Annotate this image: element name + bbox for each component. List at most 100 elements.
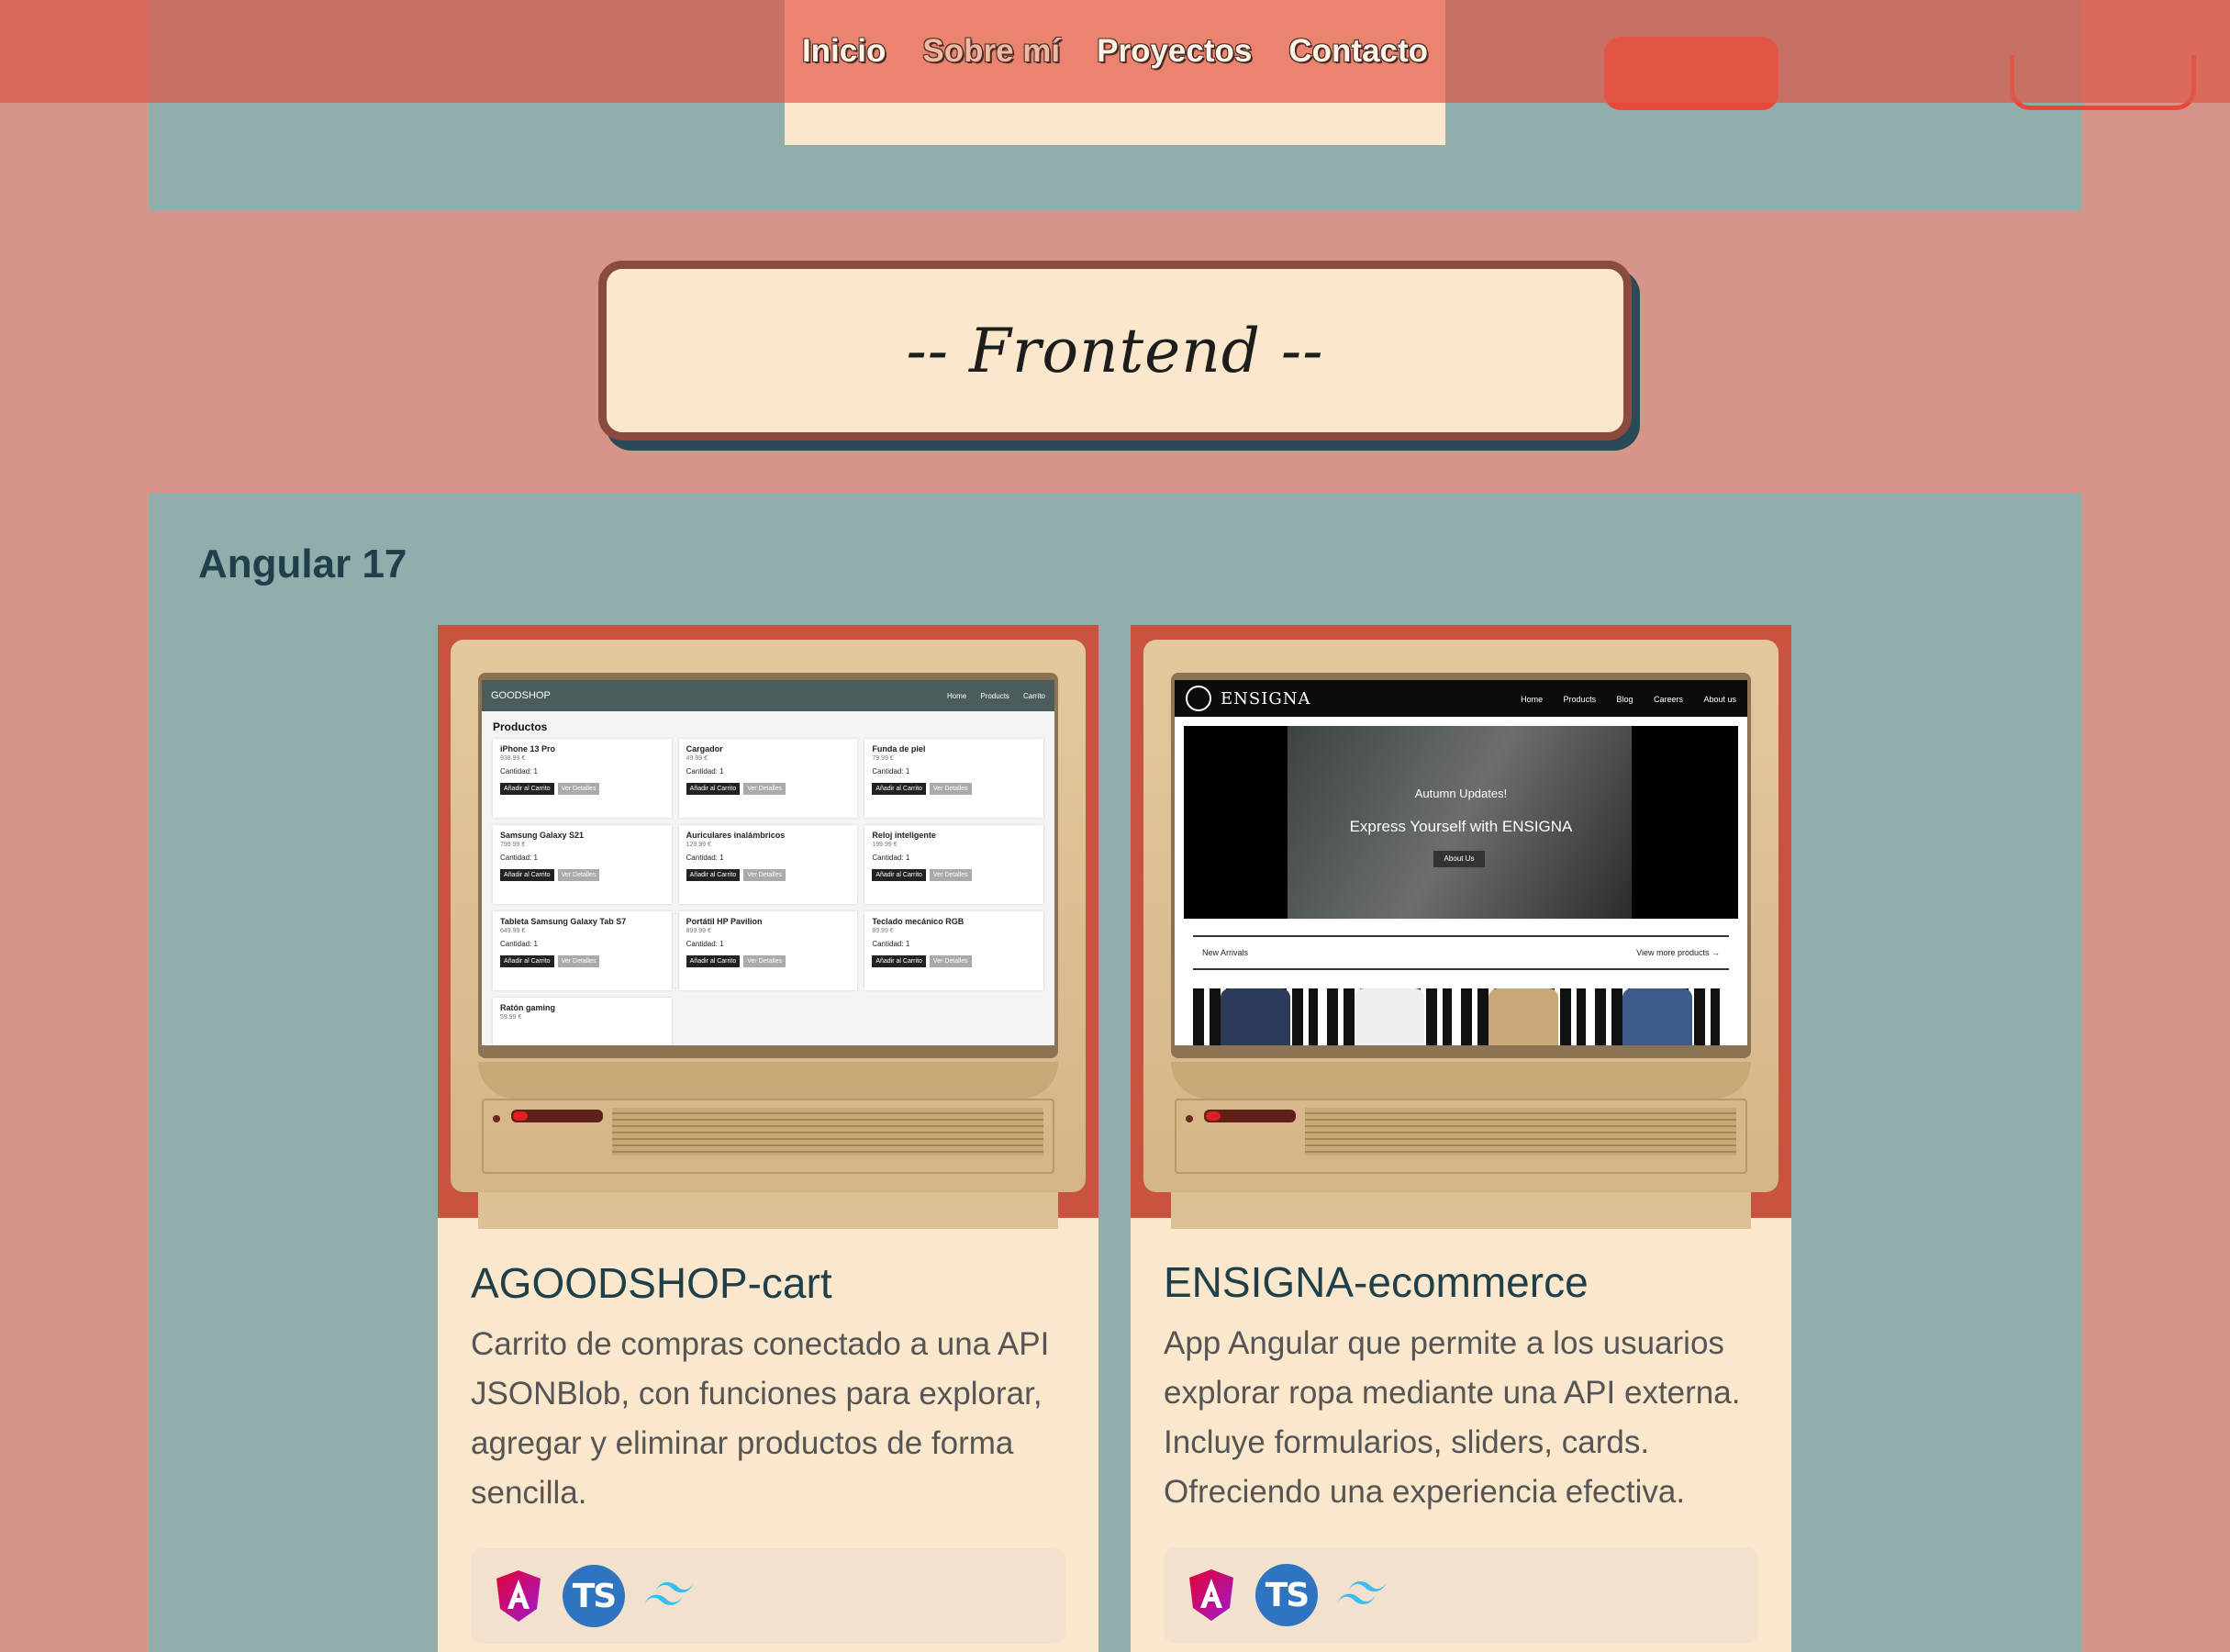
view-details-button: Ver Detalles <box>929 783 972 795</box>
add-to-cart-button: Añadir al Carrito <box>686 955 741 967</box>
qty-value: 1 <box>533 767 538 776</box>
screenshot-link: Home <box>946 692 967 700</box>
product-price: 649.99 € <box>500 928 526 934</box>
qty-label: Cantidad: <box>500 767 532 776</box>
screenshot-link: Blog <box>1616 695 1633 704</box>
screenshot-product-card: Auriculares inalámbricos 129.99 € Cantidad… <box>678 825 858 904</box>
project-description: Carrito de compras conectado a una API J… <box>471 1326 1050 1511</box>
add-to-cart-button: Añadir al Carrito <box>872 869 926 881</box>
view-details-button: Ver Detalles <box>743 869 786 881</box>
tech-stack: TS <box>1164 1547 1758 1643</box>
screenshot-brand: ENSIGNA <box>1221 688 1311 709</box>
product-price: 59.99 € <box>500 1014 522 1021</box>
project-title[interactable]: ENSIGNA-ecommerce <box>1164 1257 1589 1307</box>
retro-computer-illustration: ENSIGNA Home Products Blog Careers About… <box>1143 640 1778 1229</box>
product-name: Tableta Samsung Galaxy Tab S7 <box>500 917 627 926</box>
product-name: Funda de piel <box>872 744 926 753</box>
quantity-row: Cantidad: 1 <box>686 940 851 948</box>
screenshot-product-card: Funda de piel 79.99 € Cantidad: 1 Añadir al… <box>864 739 1043 818</box>
product-name: Samsung Galaxy S21 <box>500 831 585 840</box>
qty-label: Cantidad: <box>686 767 718 776</box>
add-to-cart-button: Añadir al Carrito <box>500 955 554 967</box>
ensigna-logo-icon <box>1186 686 1211 711</box>
nav-item-inicio[interactable]: Inicio <box>800 33 887 70</box>
qty-value: 1 <box>905 767 910 776</box>
qty-label: Cantidad: <box>686 854 718 862</box>
product-price: 799.99 € <box>500 842 526 848</box>
product-name: Cargador <box>686 744 723 753</box>
qty-value: 1 <box>533 854 538 862</box>
screenshot-link: About us <box>1703 695 1736 704</box>
product-name: Teclado mecánico RGB <box>872 917 964 926</box>
product-thumbnails <box>1193 988 1729 1045</box>
quantity-row: Cantidad: 1 <box>872 940 1036 948</box>
screenshot-link: Carrito <box>1022 692 1045 700</box>
qty-label: Cantidad: <box>500 940 532 948</box>
qty-value: 1 <box>905 940 910 948</box>
screenshot-link: Careers <box>1654 695 1684 704</box>
qty-label: Cantidad: <box>872 940 904 948</box>
screenshot-product-card: Portátil HP Pavilion 899.99 € Cantidad: 1 A… <box>678 911 858 990</box>
product-thumb <box>1327 988 1452 1045</box>
screenshot-product-card: Reloj inteligente 199.99 € Cantidad: 1 Añad… <box>864 825 1043 904</box>
nav-item-sobre-mi[interactable]: Sobre mí <box>920 33 1062 70</box>
nav-item-contacto[interactable]: Contacto <box>1287 33 1430 70</box>
product-thumb <box>1193 988 1318 1045</box>
group-heading: Angular 17 <box>198 541 407 586</box>
qty-label: Cantidad: <box>686 940 718 948</box>
qty-label: Cantidad: <box>500 854 532 862</box>
view-details-button: Ver Detalles <box>557 955 600 967</box>
qty-value: 1 <box>533 940 538 948</box>
hero-title: Express Yourself with ENSIGNA <box>1349 818 1573 835</box>
screenshot-heading: Productos <box>493 720 548 733</box>
qty-value: 1 <box>905 854 910 862</box>
product-name: Portátil HP Pavilion <box>686 917 763 926</box>
project-image: GOODSHOP Home Products Carrito Productos… <box>438 625 1098 1229</box>
angular-icon <box>491 1568 546 1624</box>
screenshot-hero: Autumn Updates! Express Yourself with EN… <box>1184 726 1738 919</box>
screenshot-navbar: ENSIGNA Home Products Blog Careers About… <box>1175 680 1747 717</box>
screenshot-link: Products <box>980 692 1009 700</box>
typescript-icon: TS <box>1255 1564 1318 1626</box>
project-title[interactable]: AGOODSHOP-cart <box>471 1258 832 1308</box>
product-price: 79.99 € <box>872 755 894 762</box>
tech-stack: TS <box>471 1548 1065 1644</box>
product-name: iPhone 13 Pro <box>500 744 556 753</box>
project-screenshot: GOODSHOP Home Products Carrito Productos… <box>482 680 1054 1045</box>
screenshot-product-card: Tableta Samsung Galaxy Tab S7 649.99 € Can… <box>493 911 672 990</box>
quantity-row: Cantidad: 1 <box>500 940 664 948</box>
arrivals-bar: New Arrivals View more products → <box>1193 935 1729 970</box>
floppy-drive <box>1175 1099 1747 1174</box>
product-name: Ratón gaming <box>500 1003 555 1012</box>
screenshot-product-grid: iPhone 13 Pro 938.99 € Cantidad: 1 Añadir a… <box>482 739 1054 1045</box>
qty-label: Cantidad: <box>872 854 904 862</box>
product-thumb <box>1595 988 1720 1045</box>
view-details-button: Ver Detalles <box>743 783 786 795</box>
add-to-cart-button: Añadir al Carrito <box>500 869 554 881</box>
screenshot-product-card: Teclado mecánico RGB 89.99 € Cantidad: 1 Añ… <box>864 911 1043 990</box>
product-price: 129.99 € <box>686 842 711 848</box>
typescript-icon: TS <box>563 1565 625 1627</box>
quantity-row: Cantidad: 1 <box>500 767 664 776</box>
project-screenshot: ENSIGNA Home Products Blog Careers About… <box>1175 680 1747 1045</box>
project-image: ENSIGNA Home Products Blog Careers About… <box>1131 625 1791 1229</box>
view-details-button: Ver Detalles <box>557 783 600 795</box>
screenshot-product-card: iPhone 13 Pro 938.99 € Cantidad: 1 Añadir a… <box>493 739 672 818</box>
angular-icon <box>1184 1568 1239 1623</box>
retro-computer-illustration: GOODSHOP Home Products Carrito Productos… <box>451 640 1086 1229</box>
add-to-cart-button: Añadir al Carrito <box>500 783 554 795</box>
nav-item-proyectos[interactable]: Proyectos <box>1095 33 1254 70</box>
view-details-button: Ver Detalles <box>929 869 972 881</box>
hero-subtitle: Autumn Updates! <box>1414 787 1508 800</box>
tailwind-icon <box>641 1568 697 1624</box>
project-description: App Angular que permite a los usuarios e… <box>1164 1325 1741 1510</box>
view-details-button: Ver Detalles <box>743 955 786 967</box>
quantity-row: Cantidad: 1 <box>872 854 1036 862</box>
section-title-box: -- Frontend -- <box>598 261 1632 441</box>
screenshot-link: Products <box>1563 695 1597 704</box>
qty-value: 1 <box>719 940 724 948</box>
section-title: -- Frontend -- <box>906 315 1324 386</box>
add-to-cart-button: Añadir al Carrito <box>686 869 741 881</box>
add-to-cart-button: Añadir al Carrito <box>686 783 741 795</box>
quantity-row: Cantidad: 1 <box>500 854 664 862</box>
